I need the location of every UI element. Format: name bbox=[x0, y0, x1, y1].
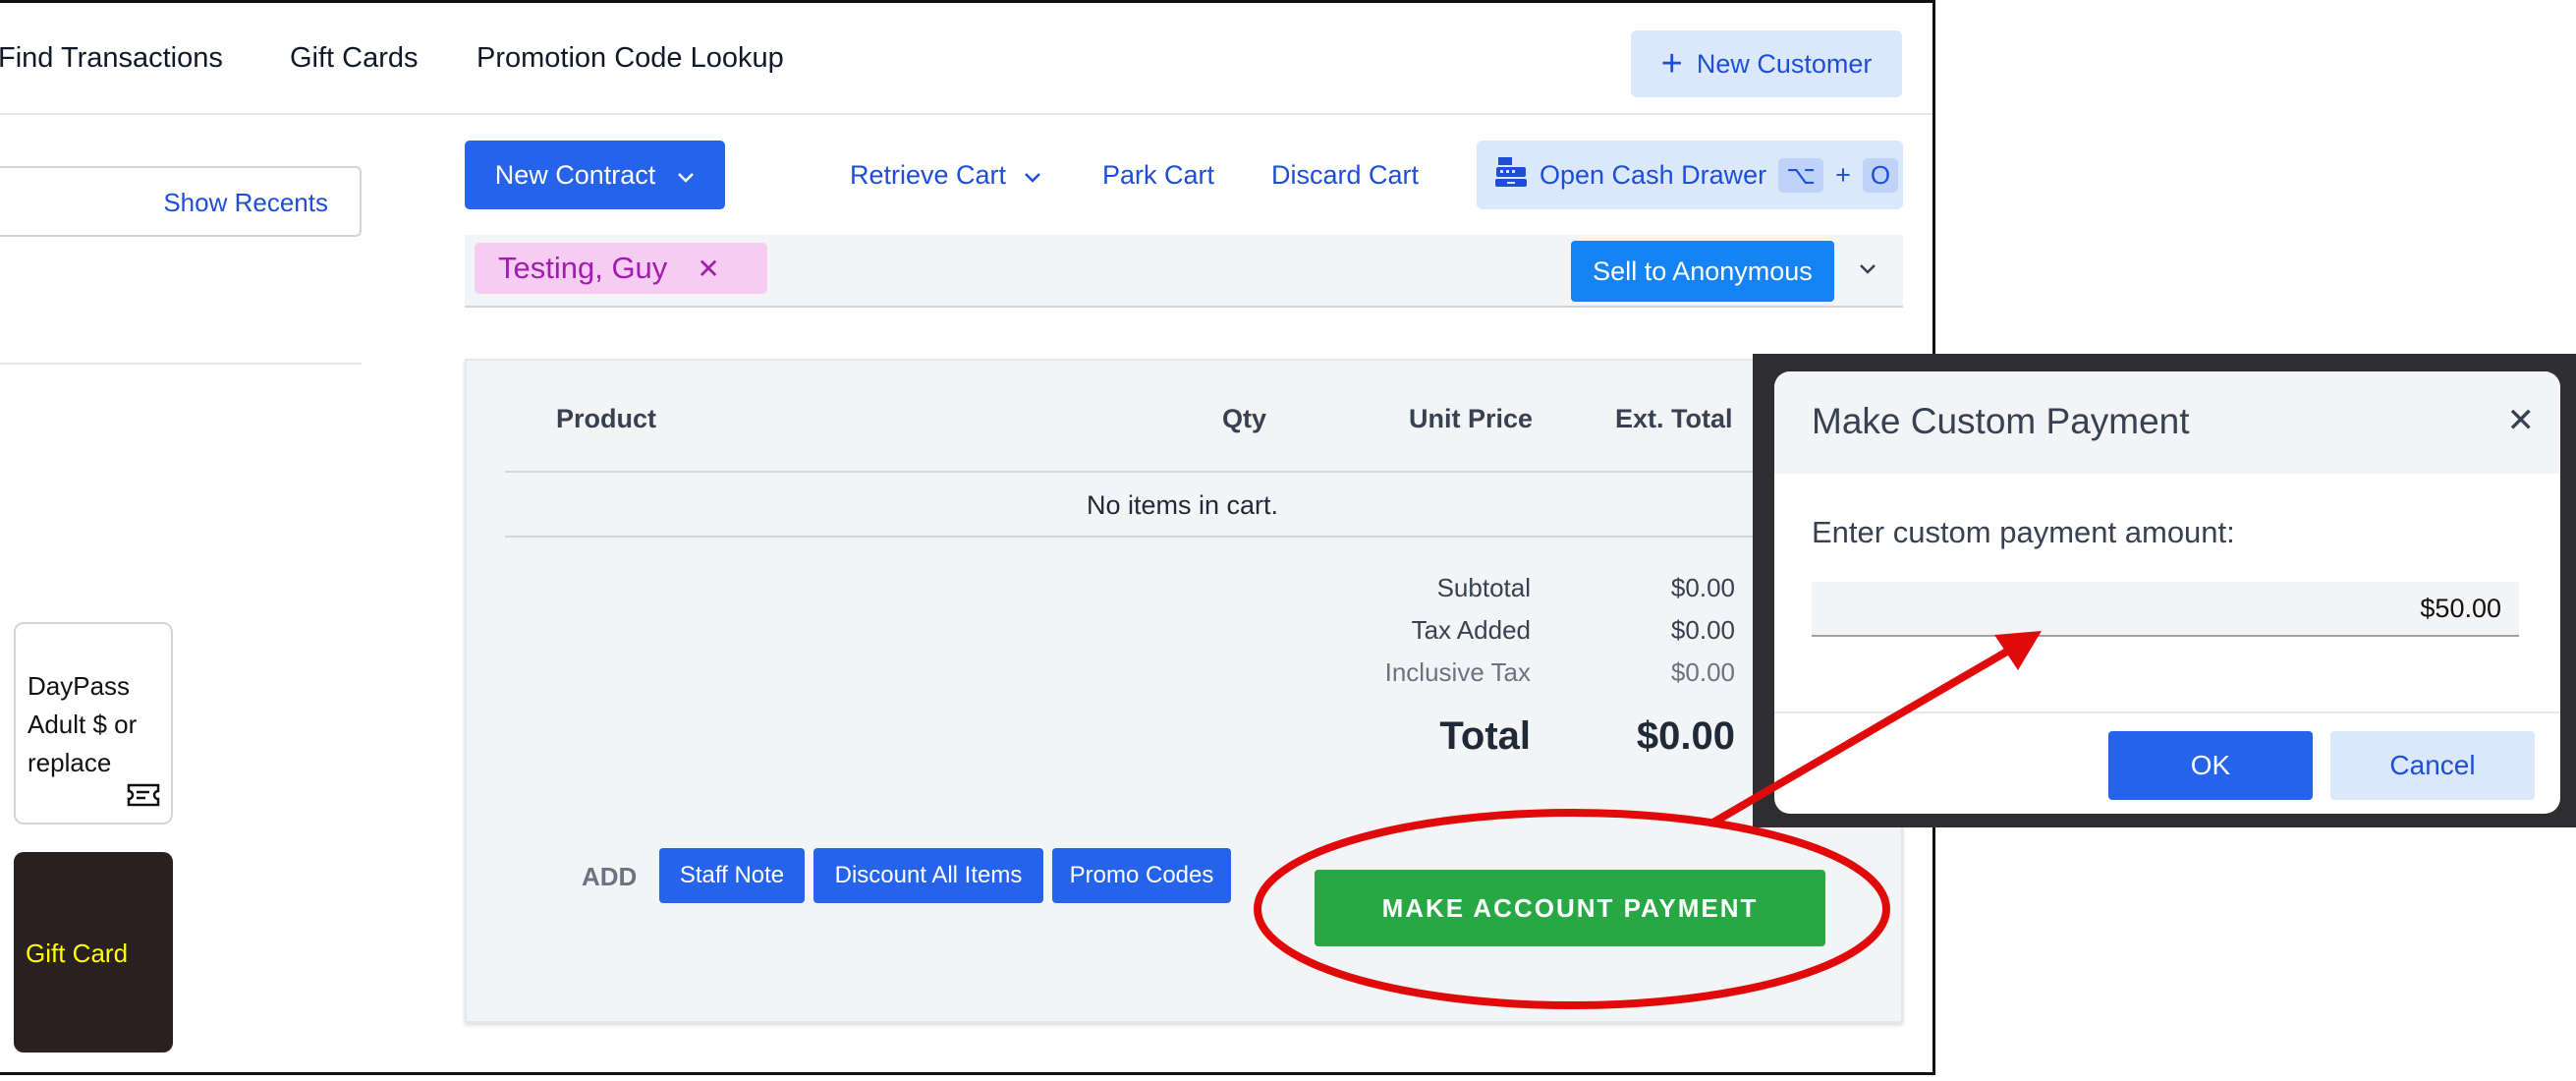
retrieve-cart-label: Retrieve Cart bbox=[850, 160, 1007, 190]
nav-gift-cards[interactable]: Gift Cards bbox=[290, 42, 419, 75]
discount-all-items-button[interactable]: Discount All Items bbox=[813, 848, 1043, 903]
inclusive-tax-label: Inclusive Tax bbox=[1384, 657, 1531, 687]
tax-added-value: $0.00 bbox=[1670, 615, 1735, 645]
discard-cart-button[interactable]: Discard Cart bbox=[1271, 160, 1419, 191]
option-key-badge: ⌥ bbox=[1778, 157, 1824, 193]
plus-icon: + bbox=[1660, 43, 1683, 85]
app-window: Find Transactions Gift Cards Promotion C… bbox=[0, 0, 1935, 1075]
customer-name: Testing, Guy bbox=[498, 251, 668, 285]
cancel-button[interactable]: Cancel bbox=[2330, 731, 2535, 800]
new-customer-label: New Customer bbox=[1696, 48, 1873, 79]
custom-payment-modal: Make Custom Payment ✕ Enter custom payme… bbox=[1774, 371, 2560, 814]
tile-label: DayPass Adult $ or replace bbox=[28, 671, 138, 777]
product-tile-gift-card[interactable]: Gift Card bbox=[14, 852, 173, 1053]
modal-footer-divider bbox=[1774, 711, 2560, 713]
new-contract-button[interactable]: New Contract bbox=[465, 141, 725, 209]
total-label: Total bbox=[1439, 714, 1531, 758]
staff-note-button[interactable]: Staff Note bbox=[659, 848, 805, 903]
modal-header: Make Custom Payment ✕ bbox=[1774, 371, 2560, 474]
ticket-icon bbox=[126, 782, 161, 815]
left-divider bbox=[0, 363, 362, 365]
shortcut-plus: + bbox=[1835, 159, 1851, 190]
payment-amount-prompt: Enter custom payment amount: bbox=[1812, 515, 2235, 549]
column-header-qty: Qty bbox=[1222, 404, 1267, 433]
open-cash-drawer-label: Open Cash Drawer bbox=[1540, 159, 1767, 190]
table-divider bbox=[505, 536, 1753, 538]
column-header-ext-total: Ext. Total bbox=[1615, 404, 1733, 433]
tile-label: Gift Card bbox=[26, 939, 129, 968]
new-contract-label: New Contract bbox=[494, 159, 656, 190]
payment-amount-input[interactable] bbox=[1812, 582, 2519, 637]
retrieve-cart-button[interactable]: Retrieve Cart bbox=[850, 160, 1041, 191]
customer-bar: Testing, Guy ✕ Sell to Anonymous bbox=[465, 235, 1903, 308]
o-key-badge: O bbox=[1862, 157, 1899, 193]
chevron-down-icon bbox=[1024, 160, 1041, 190]
remove-customer-icon[interactable]: ✕ bbox=[697, 253, 719, 285]
show-recents-link[interactable]: Show Recents bbox=[163, 188, 328, 218]
tax-added-label: Tax Added bbox=[1411, 615, 1531, 645]
park-cart-button[interactable]: Park Cart bbox=[1102, 160, 1214, 191]
inclusive-tax-value: $0.00 bbox=[1670, 657, 1735, 687]
chevron-down-icon bbox=[677, 160, 695, 191]
nav-promotion-code-lookup[interactable]: Promotion Code Lookup bbox=[476, 42, 784, 75]
subtotal-label: Subtotal bbox=[1436, 573, 1531, 602]
subtotal-value: $0.00 bbox=[1670, 573, 1735, 602]
cash-register-icon bbox=[1494, 155, 1528, 196]
new-customer-button[interactable]: + New Customer bbox=[1631, 30, 1902, 97]
open-cash-drawer-button[interactable]: Open Cash Drawer ⌥ + O bbox=[1477, 141, 1903, 209]
product-tile-daypass[interactable]: DayPass Adult $ or replace bbox=[14, 622, 173, 825]
column-header-unit-price: Unit Price bbox=[1409, 404, 1534, 433]
column-header-product: Product bbox=[556, 404, 657, 433]
modal-title: Make Custom Payment bbox=[1812, 401, 2190, 441]
ok-button[interactable]: OK bbox=[2108, 731, 2313, 800]
nav-find-transactions[interactable]: Find Transactions bbox=[0, 42, 223, 75]
customer-tag: Testing, Guy ✕ bbox=[475, 243, 767, 294]
customer-search-box[interactable]: Show Recents bbox=[0, 166, 362, 237]
promo-codes-button[interactable]: Promo Codes bbox=[1052, 848, 1231, 903]
table-divider bbox=[505, 471, 1753, 473]
sell-to-anonymous-button[interactable]: Sell to Anonymous bbox=[1571, 241, 1834, 302]
add-label: ADD bbox=[582, 862, 638, 891]
chevron-down-icon[interactable] bbox=[1858, 253, 1877, 283]
make-account-payment-button[interactable]: MAKE ACCOUNT PAYMENT bbox=[1315, 870, 1825, 946]
total-value: $0.00 bbox=[1636, 714, 1735, 758]
close-icon[interactable]: ✕ bbox=[2507, 401, 2536, 440]
top-nav: Find Transactions Gift Cards Promotion C… bbox=[0, 3, 1932, 115]
empty-cart-message: No items in cart. bbox=[1087, 490, 1279, 520]
